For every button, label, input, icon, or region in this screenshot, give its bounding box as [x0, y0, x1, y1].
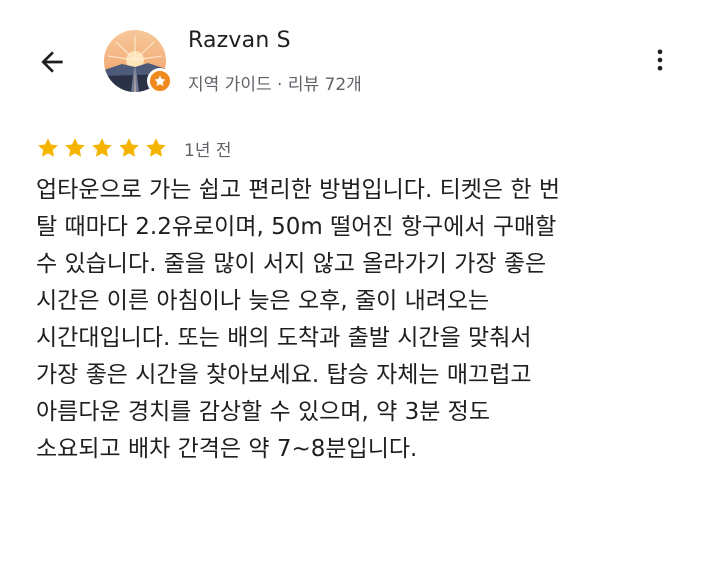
review-text-line: 가장 좋은 시간을 찾아보세요. 탑승 자체는 매끄럽고 [36, 362, 532, 388]
star-icon [146, 138, 166, 157]
more-vertical-icon [657, 49, 663, 71]
reviewer-subtitle: 지역 가이드 · 리뷰 72개 [188, 75, 362, 95]
avatar[interactable] [104, 30, 173, 94]
arrow-back-icon [41, 51, 63, 73]
review-text-line: 소요되고 배차 간격은 약 7~8분입니다. [36, 436, 418, 462]
review-text-line: 탈 때마다 2.2유로이며, 50m 떨어진 항구에서 구매할 [36, 214, 557, 240]
local-guide-star-icon [147, 68, 173, 94]
star-icon [38, 138, 58, 157]
review-date: 1년 전 [184, 140, 232, 161]
review-text-line: 시간은 이른 아침이나 늦은 오후, 줄이 내려오는 [36, 288, 490, 314]
review-text-line: 수 있습니다. 줄을 많이 서지 않고 올라가기 가장 좋은 [36, 251, 547, 277]
reviewer-name[interactable]: Razvan S [188, 28, 291, 53]
rating-row: 1년 전 [36, 134, 232, 162]
review-text-line: 시간대입니다. 또는 배의 도착과 출발 시간을 맞춰서 [36, 325, 532, 351]
review-text-line: 아름다운 경치를 감상할 수 있으며, 약 3분 정도 [36, 399, 491, 425]
back-button[interactable] [28, 38, 76, 86]
review-detail-screen: Razvan S 지역 가이드 · 리뷰 72개 1년 전 업타운으로 가는 쉽… [0, 0, 720, 574]
review-text-line: 업타운으로 가는 쉽고 편리한 방법입니다. 티켓은 한 번 [36, 177, 561, 203]
star-icon [119, 138, 139, 157]
star-rating [36, 136, 168, 160]
star-icon [92, 138, 112, 157]
more-options-button[interactable] [640, 40, 680, 80]
star-icon [65, 138, 85, 157]
review-body: 업타운으로 가는 쉽고 편리한 방법입니다. 티켓은 한 번 탈 때마다 2.2… [36, 172, 696, 468]
